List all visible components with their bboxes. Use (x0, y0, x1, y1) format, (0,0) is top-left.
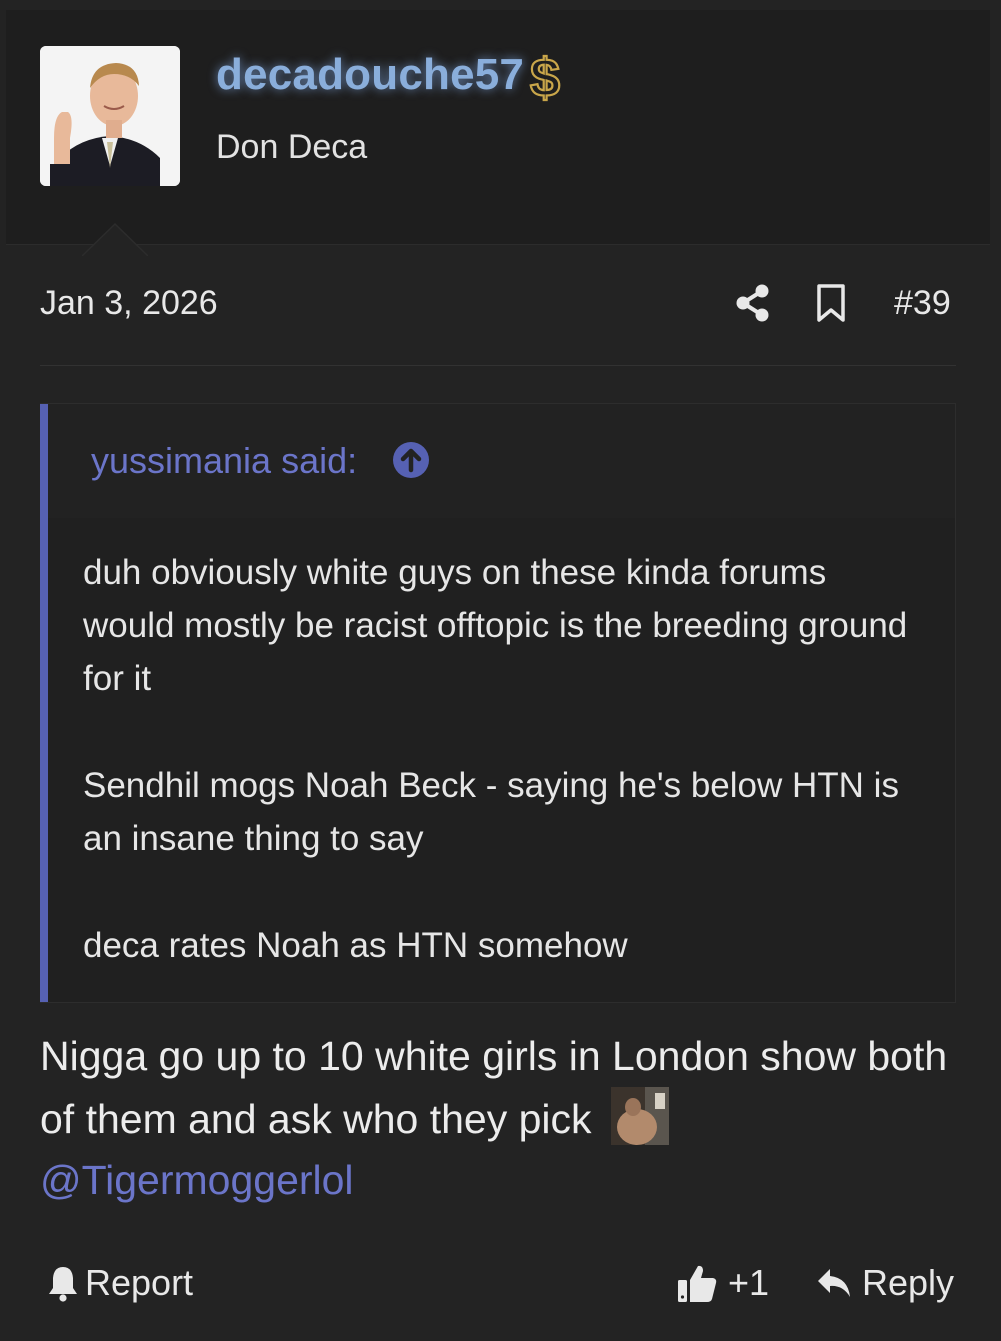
arrow-up-icon[interactable] (392, 441, 430, 479)
username-link[interactable]: decadouche57 (216, 50, 524, 100)
post-date[interactable]: Jan 3, 2026 (40, 284, 218, 323)
message-text: Nigga go up to 10 white girls in London … (40, 1033, 948, 1142)
user-info-block: decadouche57 $ Don Deca (6, 10, 990, 257)
reply-button[interactable]: Reply (816, 1260, 954, 1306)
avatar-image (40, 46, 180, 186)
dollar-sign-icon: $ (524, 47, 566, 109)
user-title: Don Deca (216, 128, 368, 166)
quote-paragraph: deca rates Noah as HTN somehow (83, 926, 628, 965)
quote-header: yussimania said: (48, 404, 955, 518)
thumbs-up-icon (678, 1265, 717, 1302)
quote-author-link[interactable]: yussimania said: (91, 440, 357, 482)
message-arrow (81, 222, 149, 257)
reply-arrow-icon (818, 1269, 850, 1297)
avatar[interactable] (40, 46, 180, 186)
user-mention-link[interactable]: @Tigermoggerlol (40, 1157, 354, 1203)
quote-content: duh obviously white guys on these kinda … (83, 546, 923, 1026)
like-count: +1 (728, 1262, 770, 1303)
svg-text:$: $ (530, 48, 560, 104)
report-button[interactable]: Report (47, 1260, 193, 1306)
quote-paragraph: duh obviously white guys on these kinda … (83, 553, 908, 698)
like-button[interactable]: +1 (676, 1260, 769, 1306)
quote-accent-bar (40, 404, 48, 1002)
reply-label: Reply (862, 1262, 955, 1303)
share-icon[interactable] (733, 283, 773, 323)
quote-block: yussimania said: duh obviously white guy… (40, 403, 956, 1003)
quote-paragraph: Sendhil mogs Noah Beck - saying he's bel… (83, 766, 899, 858)
bell-icon (49, 1267, 77, 1302)
report-label: Report (85, 1262, 194, 1303)
bookmark-icon[interactable] (814, 283, 848, 323)
post-permalink[interactable]: #39 (894, 284, 951, 323)
reaction-image-icon (610, 1087, 669, 1145)
post-message: Nigga go up to 10 white girls in London … (40, 1026, 970, 1211)
divider (40, 365, 956, 366)
